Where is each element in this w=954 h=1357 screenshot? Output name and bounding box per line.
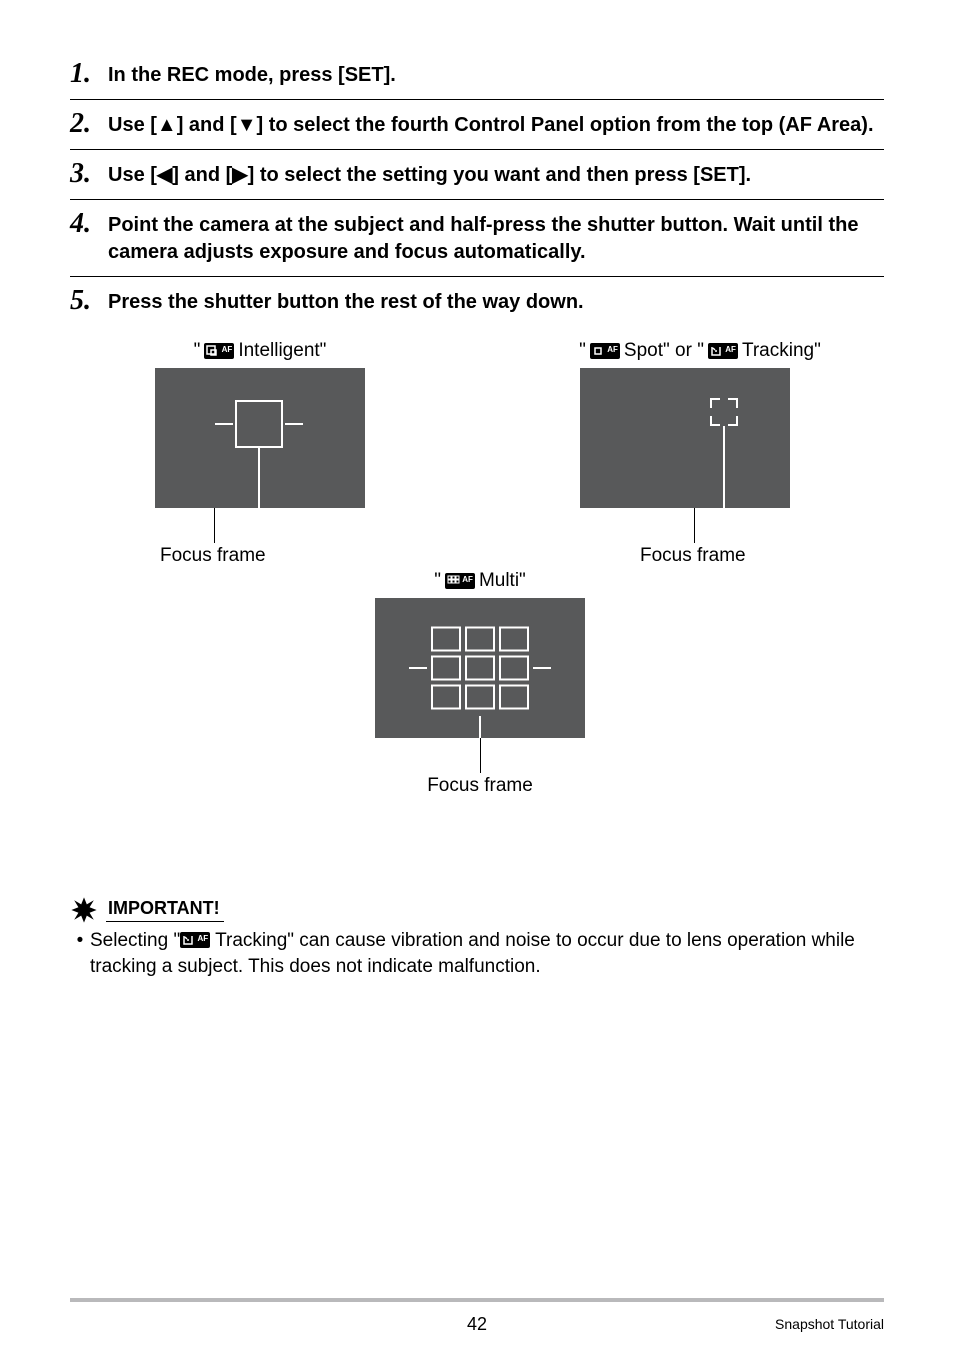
bullet-text: Selecting " AF Tracking" can cause vibra… — [90, 928, 884, 979]
important-bullet: • Selecting " AF Tracking" can cause vib… — [70, 928, 884, 979]
page-number: 42 — [467, 1314, 487, 1335]
af-tracking-icon: AF — [708, 343, 738, 359]
af-text: AF — [462, 576, 473, 584]
label-text: Spot" or " — [624, 340, 704, 362]
important-section: IMPORTANT! • Selecting " AF Tracking" ca… — [70, 896, 884, 979]
af-spot-icon: AF — [590, 343, 620, 359]
step-number: 4 — [70, 208, 108, 238]
diagram-label-spot-tracking: " AF Spot" or " AF Tracking" — [510, 340, 890, 362]
footer-divider — [70, 1298, 884, 1302]
af-icon-graphic — [710, 345, 724, 359]
step-text: Press the shutter button the rest of the… — [108, 285, 884, 316]
focus-frame-icon — [710, 398, 738, 426]
focus-frame-caption: Focus frame — [330, 775, 630, 797]
pointer-line-out — [480, 738, 481, 773]
step-2: 2 Use [▲] and [▼] to select the fourth C… — [70, 100, 884, 150]
af-text: AF — [725, 346, 736, 354]
pointer-line — [258, 448, 260, 508]
step-number: 5 — [70, 285, 108, 315]
label-text: Intelligent" — [238, 340, 326, 362]
step-text: In the REC mode, press [SET]. — [108, 58, 884, 89]
af-text: AF — [198, 935, 209, 943]
step-number: 1 — [70, 58, 108, 88]
diagram-label-intelligent: " AF Intelligent" — [110, 340, 410, 362]
page-footer: 42 Snapshot Tutorial — [70, 1316, 884, 1332]
af-icon-graphic — [206, 345, 220, 359]
af-icon-graphic — [182, 934, 196, 948]
af-icon-graphic — [592, 345, 606, 359]
quote: " — [434, 570, 441, 592]
screen-intelligent — [155, 368, 365, 508]
steps-list: 1 In the REC mode, press [SET]. 2 Use [▲… — [70, 50, 884, 326]
pointer-line-out — [694, 508, 695, 543]
quote: " — [194, 340, 201, 362]
step-text: Point the camera at the subject and half… — [108, 208, 884, 266]
diagram-label-multi: " AF Multi" — [330, 570, 630, 592]
pointer-line-out — [214, 508, 215, 543]
important-header: IMPORTANT! — [70, 896, 884, 924]
screen-spot-tracking — [580, 368, 790, 508]
step-3: 3 Use [◀] and [▶] to select the setting … — [70, 150, 884, 200]
af-multi-icon: AF — [445, 573, 475, 589]
step-4: 4 Point the camera at the subject and ha… — [70, 200, 884, 277]
af-text: AF — [222, 346, 233, 354]
diagram-multi: " AF Multi" — [330, 570, 630, 797]
step-text: Use [◀] and [▶] to select the setting yo… — [108, 158, 884, 189]
bullet-dot: • — [70, 928, 90, 979]
bullet-pre: Selecting " — [90, 930, 180, 951]
quote: " — [579, 340, 586, 362]
step-number: 2 — [70, 108, 108, 138]
focus-frame-icon — [431, 627, 529, 710]
step-text: Use [▲] and [▼] to select the fourth Con… — [108, 108, 884, 139]
diagram-intelligent: " AF Intelligent" Focus frame — [110, 340, 410, 567]
af-icon-graphic — [447, 575, 461, 589]
af-text: AF — [607, 346, 618, 354]
focus-frame-caption: Focus frame — [640, 545, 890, 567]
step-number: 3 — [70, 158, 108, 188]
screen-multi — [375, 598, 585, 738]
important-heading: IMPORTANT! — [106, 898, 224, 922]
footer-section-title: Snapshot Tutorial — [775, 1316, 884, 1332]
step-1: 1 In the REC mode, press [SET]. — [70, 50, 884, 100]
label-text: Multi" — [479, 570, 526, 592]
burst-icon — [70, 896, 98, 924]
diagrams-area: " AF Intelligent" Focus frame " AF — [70, 340, 884, 880]
focus-frame-caption: Focus frame — [160, 545, 410, 567]
label-text: Tracking" — [742, 340, 821, 362]
af-tracking-icon: AF — [180, 932, 210, 948]
step-5: 5 Press the shutter button the rest of t… — [70, 277, 884, 326]
focus-frame-icon — [235, 400, 283, 448]
diagram-spot-tracking: " AF Spot" or " AF Tracking" — [510, 340, 890, 567]
af-intelligent-icon: AF — [204, 343, 234, 359]
